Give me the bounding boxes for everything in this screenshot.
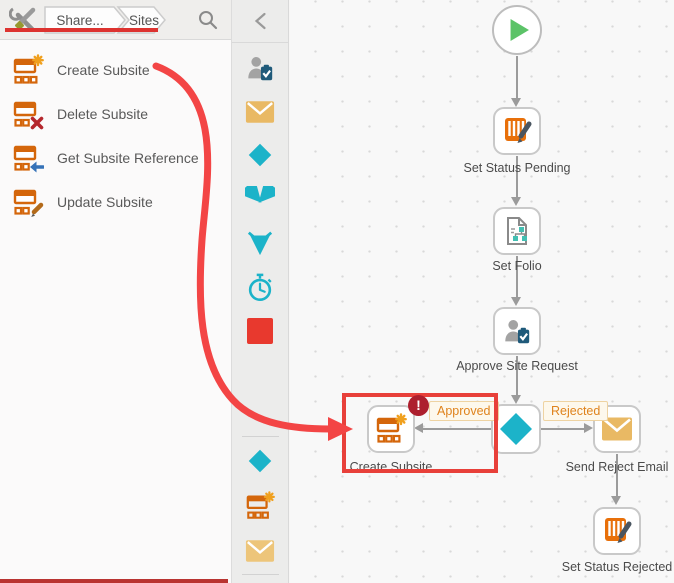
workflow-canvas[interactable]: Set Status Pending Set Folio Approve Sit… bbox=[290, 0, 674, 583]
update-subsite-icon bbox=[12, 186, 44, 218]
decision-icon bbox=[500, 413, 532, 445]
action-label: Create Subsite bbox=[57, 62, 150, 78]
connector-arrowhead bbox=[611, 496, 621, 505]
connector-arrowhead bbox=[511, 395, 521, 404]
connector-arrowhead bbox=[414, 423, 423, 433]
connector bbox=[516, 56, 518, 100]
node-label: Approve Site Request bbox=[456, 359, 578, 373]
decision-icon[interactable] bbox=[245, 140, 275, 170]
toolbar-divider bbox=[242, 436, 279, 437]
decision-icon[interactable] bbox=[245, 446, 275, 476]
connector-arrowhead bbox=[511, 297, 521, 306]
workflow-node-approve-site-request[interactable] bbox=[493, 307, 541, 355]
toolbar-divider bbox=[242, 574, 279, 575]
edge-label-approved[interactable]: Approved bbox=[429, 401, 499, 421]
action-label: Delete Subsite bbox=[57, 106, 149, 122]
breadcrumb-label-sites[interactable]: Sites bbox=[129, 13, 159, 28]
action-label: Get Subsite Reference bbox=[57, 150, 199, 166]
connector-arrowhead bbox=[511, 98, 521, 107]
workflow-node-start[interactable] bbox=[492, 5, 542, 55]
create-subsite-icon[interactable] bbox=[245, 491, 275, 521]
end-icon[interactable] bbox=[247, 318, 273, 344]
split-icon[interactable] bbox=[238, 178, 282, 212]
user-task-icon[interactable] bbox=[245, 53, 275, 83]
connector-arrowhead bbox=[511, 197, 521, 206]
start-play-icon bbox=[510, 18, 529, 42]
action-item-create-subsite[interactable]: Create Subsite bbox=[0, 48, 231, 92]
workflow-node-set-status-pending[interactable] bbox=[493, 107, 541, 155]
connector-arrowhead bbox=[584, 423, 593, 433]
steps-toolbar bbox=[232, 0, 289, 583]
set-status-icon bbox=[505, 118, 532, 143]
actions-list: Create Subsite Delete Subsite Get Subsit… bbox=[0, 40, 231, 224]
action-item-delete-subsite[interactable]: Delete Subsite bbox=[0, 92, 231, 136]
folio-icon bbox=[507, 217, 527, 245]
mail-icon[interactable] bbox=[245, 100, 275, 124]
get-subsite-reference-icon bbox=[12, 142, 45, 174]
mail-icon[interactable] bbox=[245, 539, 275, 563]
action-item-get-subsite-reference[interactable]: Get Subsite Reference bbox=[0, 136, 231, 180]
panel-header: Share... Sites bbox=[0, 0, 231, 40]
breadcrumb: Share... Sites bbox=[44, 5, 166, 34]
workflow-node-set-status-rejected[interactable] bbox=[593, 507, 641, 555]
annotation-underline-breadcrumb bbox=[5, 28, 158, 32]
delete-subsite-icon bbox=[12, 98, 44, 130]
workflow-node-create-subsite[interactable] bbox=[367, 405, 415, 453]
toolbar-divider bbox=[232, 42, 289, 43]
annotation-underline-bottom bbox=[0, 579, 228, 583]
action-item-update-subsite[interactable]: Update Subsite bbox=[0, 180, 231, 224]
set-status-icon bbox=[605, 518, 632, 543]
node-label: Create Subsite bbox=[349, 460, 433, 474]
connector-rejected bbox=[541, 428, 585, 430]
merge-icon[interactable] bbox=[245, 229, 275, 257]
node-label: Set Status Rejected bbox=[561, 560, 673, 574]
error-badge[interactable]: ! bbox=[408, 395, 429, 416]
connector-approved bbox=[422, 428, 492, 430]
action-label: Update Subsite bbox=[57, 194, 153, 210]
create-subsite-icon bbox=[376, 413, 407, 443]
create-subsite-icon bbox=[12, 54, 44, 86]
breadcrumb-label-sharepoint[interactable]: Share... bbox=[56, 13, 103, 28]
user-task-icon bbox=[505, 320, 530, 344]
node-label: Set Status Pending bbox=[463, 161, 571, 175]
search-icon[interactable] bbox=[197, 9, 219, 31]
workflow-node-set-folio[interactable] bbox=[493, 207, 541, 255]
actions-panel: Share... Sites Create Subsite Delete Sub… bbox=[0, 0, 232, 583]
node-label: Set Folio bbox=[492, 259, 542, 273]
timer-icon[interactable] bbox=[245, 272, 275, 304]
edge-label-rejected[interactable]: Rejected bbox=[543, 401, 609, 421]
node-label: Send Reject Email bbox=[565, 460, 669, 474]
collapse-chevron-icon[interactable] bbox=[254, 12, 267, 30]
